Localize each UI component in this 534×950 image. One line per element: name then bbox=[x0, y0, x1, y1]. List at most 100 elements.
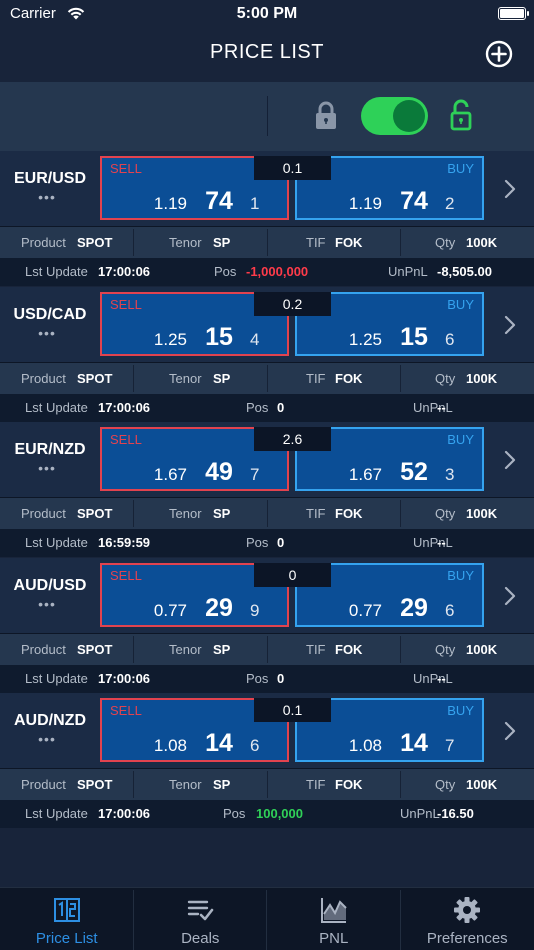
tenor-value[interactable]: SP bbox=[213, 769, 230, 800]
more-icon[interactable]: ••• bbox=[0, 189, 94, 205]
tif-value[interactable]: FOK bbox=[335, 227, 362, 258]
currency-pair[interactable]: EUR/USD ••• bbox=[0, 151, 100, 227]
sell-label: SELL bbox=[110, 567, 142, 583]
product-label: Product bbox=[21, 370, 66, 386]
deals-icon bbox=[188, 900, 214, 921]
tif-value[interactable]: FOK bbox=[335, 769, 362, 800]
product-value[interactable]: SPOT bbox=[77, 634, 112, 665]
product-label: Product bbox=[21, 641, 66, 657]
currency-pair[interactable]: AUD/NZD ••• bbox=[0, 693, 100, 769]
currency-pair[interactable]: EUR/NZD ••• bbox=[0, 422, 100, 498]
tenor-value[interactable]: SP bbox=[213, 634, 230, 665]
qty-value[interactable]: 100K bbox=[466, 227, 497, 258]
trade-params: Product SPOT Tenor SP TIF FOK Qty 100K bbox=[0, 227, 534, 258]
product-value[interactable]: SPOT bbox=[77, 769, 112, 800]
last-update-value: 17:00:06 bbox=[98, 264, 151, 279]
buy-pips: 52 bbox=[400, 458, 428, 486]
more-icon[interactable]: ••• bbox=[0, 325, 94, 341]
chevron-right-icon[interactable] bbox=[504, 586, 516, 606]
more-icon[interactable]: ••• bbox=[0, 731, 94, 747]
unpnl-label: UnPnL bbox=[400, 806, 440, 821]
chevron-right-icon[interactable] bbox=[504, 450, 516, 470]
quote-row: AUD/NZD ••• SELL 1.08 14 6 BUY 1.08 14 7… bbox=[0, 693, 534, 769]
buy-big-figure: 1.67 bbox=[348, 465, 382, 484]
buy-big-figure: 1.08 bbox=[348, 736, 382, 755]
clock: 5:00 PM bbox=[236, 5, 298, 22]
product-value[interactable]: SPOT bbox=[77, 227, 112, 258]
tenor-label: Tenor bbox=[169, 641, 202, 657]
lock-open-icon bbox=[450, 99, 472, 131]
tab-pnl[interactable]: PNL bbox=[267, 888, 401, 950]
tif-value[interactable]: FOK bbox=[335, 498, 362, 529]
tab-label: Deals bbox=[181, 930, 220, 947]
sell-label: SELL bbox=[110, 296, 142, 312]
qty-label: Qty bbox=[435, 370, 456, 386]
more-icon[interactable]: ••• bbox=[0, 596, 94, 612]
unpnl-label: UnPnL bbox=[388, 264, 428, 279]
quote-row: AUD/USD ••• SELL 0.77 29 9 BUY 0.77 29 6… bbox=[0, 557, 534, 634]
chevron-right-icon[interactable] bbox=[504, 179, 516, 199]
tif-value[interactable]: FOK bbox=[335, 634, 362, 665]
add-circle-icon[interactable] bbox=[485, 40, 513, 68]
divider bbox=[267, 96, 268, 136]
buy-big-figure: 1.19 bbox=[348, 194, 382, 213]
tab-price-list[interactable]: Price List bbox=[0, 888, 134, 950]
sell-label: SELL bbox=[110, 161, 142, 176]
currency-pair[interactable]: USD/CAD ••• bbox=[0, 287, 100, 363]
buy-label: BUY bbox=[447, 703, 474, 718]
tenor-value[interactable]: SP bbox=[213, 363, 230, 394]
sell-big-figure: 0.77 bbox=[153, 600, 187, 620]
gear-icon bbox=[454, 897, 481, 923]
qty-label: Qty bbox=[435, 641, 456, 657]
position-info: Lst Update 17:00:06 Pos 0 UnPnL -- bbox=[0, 393, 534, 422]
unpnl-label: UnPnL bbox=[413, 670, 453, 686]
spread-badge: 0.1 bbox=[254, 156, 331, 180]
tif-label: TIF bbox=[306, 641, 326, 657]
toggle-knob bbox=[393, 100, 425, 132]
qty-value[interactable]: 100K bbox=[466, 769, 497, 800]
buy-fractional: 3 bbox=[445, 465, 455, 484]
qty-value[interactable]: 100K bbox=[466, 498, 497, 529]
position-info: Lst Update 17:00:06 Pos 0 UnPnL -- bbox=[0, 664, 534, 693]
qty-value[interactable]: 100K bbox=[466, 634, 497, 665]
unpnl-value: -- bbox=[437, 399, 446, 415]
unpnl-value: -- bbox=[437, 670, 446, 686]
position-info: Lst Update 17:00:06 Pos 100,000 UnPnL -1… bbox=[0, 800, 534, 828]
chevron-right-icon[interactable] bbox=[504, 315, 516, 335]
product-label: Product bbox=[21, 235, 66, 250]
currency-pair[interactable]: AUD/USD ••• bbox=[0, 558, 100, 634]
pos-value: 0 bbox=[277, 670, 285, 686]
sell-pips: 29 bbox=[205, 593, 233, 622]
tenor-value[interactable]: SP bbox=[213, 227, 230, 258]
last-update-value: 17:00:06 bbox=[98, 399, 151, 415]
tab-deals[interactable]: Deals bbox=[134, 888, 267, 950]
buy-fractional: 6 bbox=[445, 600, 455, 620]
spread-badge: 0.1 bbox=[254, 698, 331, 722]
lock-closed-icon bbox=[316, 101, 336, 129]
pnl-chart-icon bbox=[320, 898, 347, 923]
last-update-label: Lst Update bbox=[25, 399, 88, 415]
buy-fractional: 2 bbox=[445, 194, 455, 213]
more-icon[interactable]: ••• bbox=[0, 460, 94, 476]
product-value[interactable]: SPOT bbox=[77, 363, 112, 394]
price-row: USD/CAD ••• SELL 1.25 15 4 BUY 1.25 15 6… bbox=[0, 286, 534, 423]
tab-label: Price List bbox=[35, 930, 98, 947]
lock-toggle[interactable] bbox=[361, 97, 428, 135]
product-value[interactable]: SPOT bbox=[77, 498, 112, 529]
spread-badge: 2.6 bbox=[254, 427, 331, 451]
tenor-value[interactable]: SP bbox=[213, 498, 230, 529]
tif-value[interactable]: FOK bbox=[335, 363, 362, 394]
price-list-icon bbox=[53, 898, 80, 922]
tab-label: Preferences bbox=[426, 930, 508, 947]
buy-big-figure: 0.77 bbox=[348, 600, 382, 620]
tab-preferences[interactable]: Preferences bbox=[401, 888, 534, 950]
qty-label: Qty bbox=[435, 235, 456, 250]
tif-label: TIF bbox=[306, 777, 326, 792]
unpnl-label: UnPnL bbox=[413, 399, 453, 415]
qty-value[interactable]: 100K bbox=[466, 363, 497, 394]
pos-label: Pos bbox=[246, 670, 269, 686]
pos-label: Pos bbox=[214, 264, 237, 279]
tif-label: TIF bbox=[306, 370, 326, 386]
chevron-right-icon[interactable] bbox=[504, 721, 516, 741]
pos-value: 100,000 bbox=[256, 806, 303, 821]
